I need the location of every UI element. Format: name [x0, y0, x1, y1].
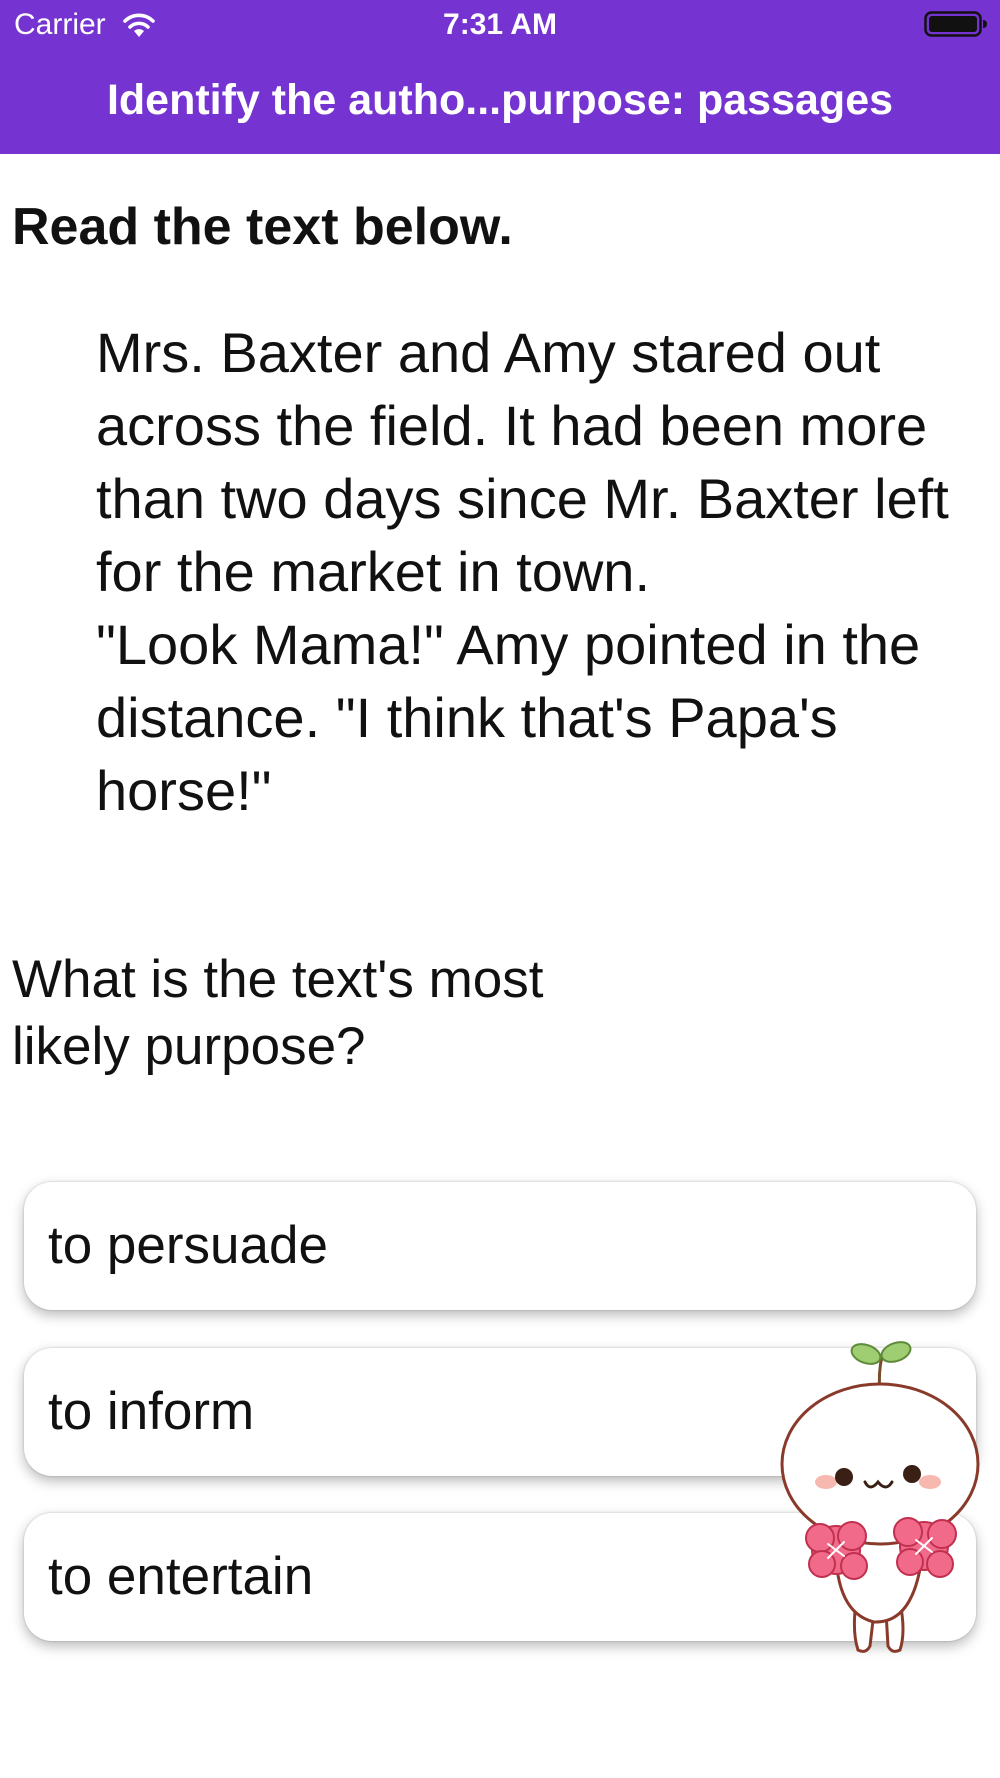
reading-passage: Mrs. Baxter and Amy stared out across th… [96, 316, 976, 827]
status-time: 7:31 AM [443, 8, 557, 41]
answer-choice-label: to inform [48, 1382, 255, 1441]
navigation-header: Carrier 7:31 AM Identify the autho...pur… [0, 0, 1000, 154]
answer-choice-persuade[interactable]: to persuade [24, 1182, 976, 1310]
status-bar: Carrier 7:31 AM [0, 0, 1000, 50]
cheering-sprout-mascot-icon [780, 1341, 980, 1653]
passage-paragraph: "Look Mama!" Amy pointed in the distance… [96, 613, 921, 822]
passage-paragraph: Mrs. Baxter and Amy stared out across th… [96, 321, 949, 603]
app-screen: Carrier 7:31 AM Identify the autho...pur… [0, 0, 1000, 1778]
answer-choice-label: to persuade [48, 1216, 328, 1275]
instruction-text: Read the text below. [12, 198, 513, 256]
answer-choice-label: to entertain [48, 1547, 314, 1606]
page-title: Identify the autho...purpose: passages [106, 76, 894, 124]
question-prompt: What is the text's most likely purpose? [12, 950, 544, 1076]
battery-full-icon [924, 11, 987, 37]
